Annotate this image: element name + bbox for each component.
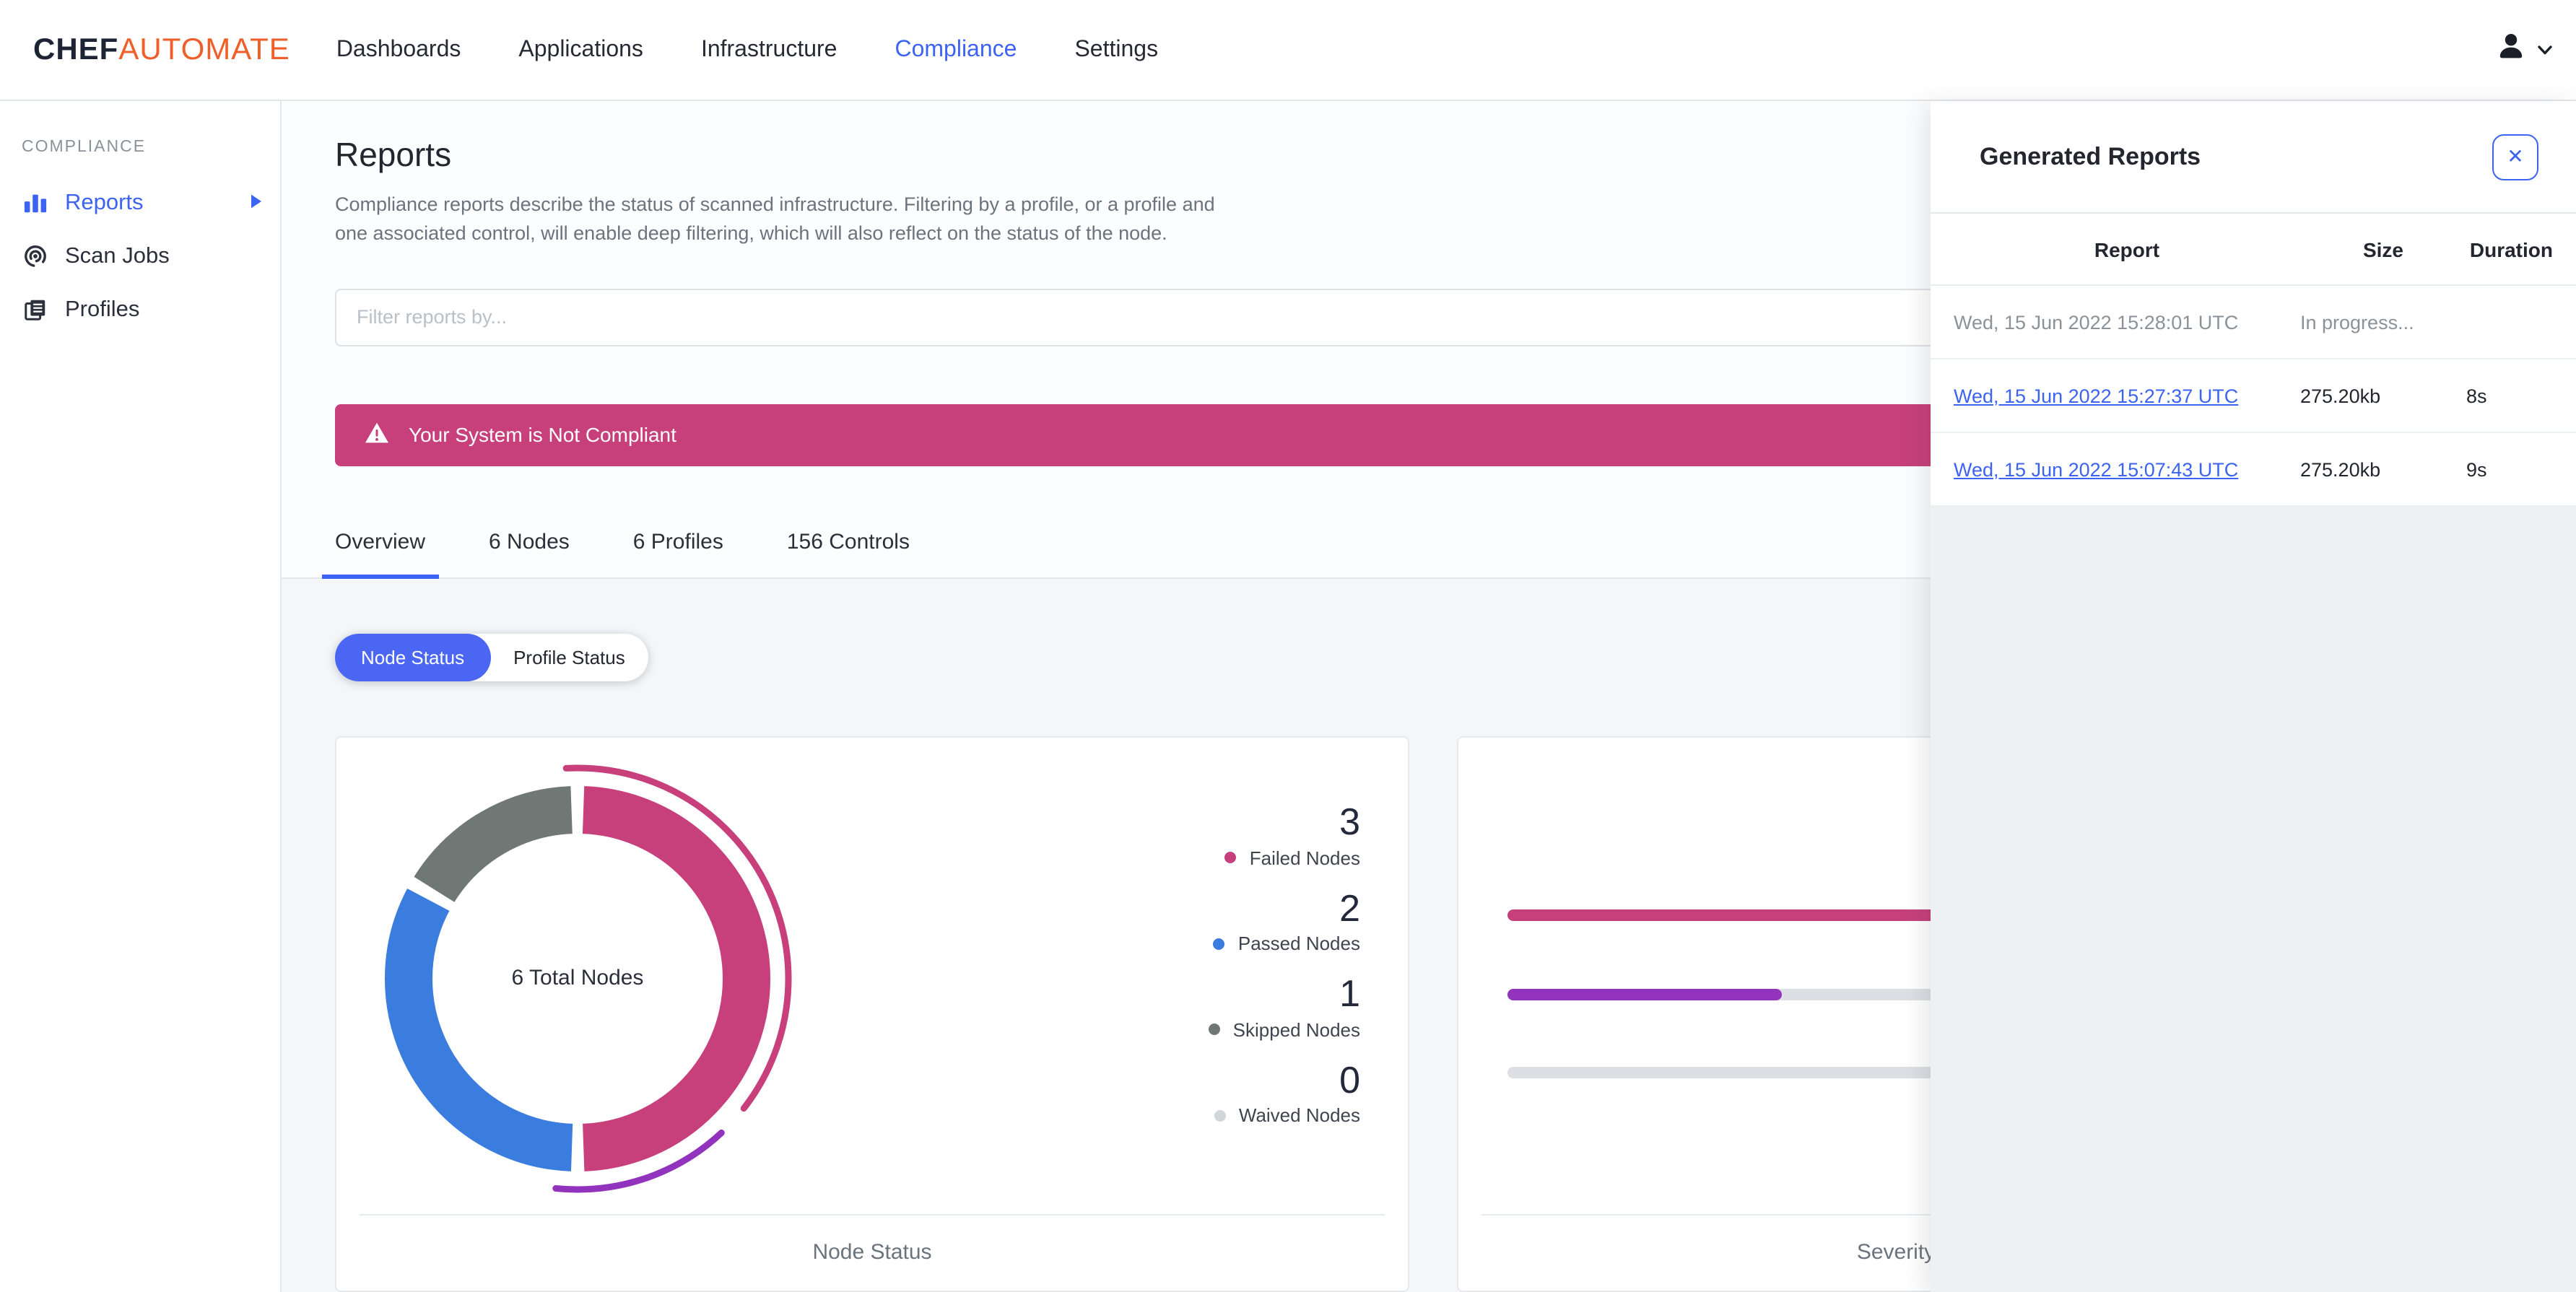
node-status-caption: Node Status — [360, 1213, 1385, 1291]
report-size: 275.20kb — [2300, 458, 2381, 480]
failed-count: 3 — [1339, 799, 1360, 843]
waived-count: 0 — [1339, 1057, 1360, 1101]
tab-profiles[interactable]: 6 Profiles — [620, 510, 736, 579]
skipped-label: Skipped Nodes — [1232, 1018, 1360, 1041]
toggle-profile-status[interactable]: Profile Status — [490, 634, 648, 681]
report-size: In progress... — [2300, 311, 2414, 333]
passed-count: 2 — [1339, 886, 1360, 930]
sidebar-item-label: Scan Jobs — [65, 243, 170, 268]
app-window: CHEF AUTOMATE Dashboards Applications Inf… — [0, 0, 2576, 1292]
compliance-sidebar: COMPLIANCE Reports Scan Jobs Profiles — [0, 101, 282, 1292]
report-download-link[interactable]: Wed, 15 Jun 2022 15:27:37 UTC — [1954, 385, 2238, 406]
report-size: 275.20kb — [2300, 385, 2381, 406]
report-download-link[interactable]: Wed, 15 Jun 2022 15:07:43 UTC — [1954, 458, 2238, 480]
status-toggle: Node Status Profile Status — [335, 633, 648, 681]
warning-icon — [364, 422, 390, 449]
column-duration: Duration — [2469, 237, 2553, 261]
report-duration: 9s — [2466, 458, 2487, 480]
donut-center-label: 6 Total Nodes — [511, 966, 644, 991]
nav-dashboards[interactable]: Dashboards — [336, 37, 461, 63]
logo-chef: CHEF — [33, 32, 119, 66]
close-icon[interactable]: ✕ — [2492, 134, 2538, 180]
banner-text: Your System is Not Compliant — [409, 423, 676, 447]
chef-automate-logo[interactable]: CHEF AUTOMATE — [33, 32, 290, 67]
sidebar-item-scan-jobs[interactable]: Scan Jobs — [0, 230, 280, 283]
sidebar-item-reports[interactable]: Reports — [0, 176, 280, 230]
nav-compliance[interactable]: Compliance — [895, 37, 1017, 63]
node-status-legend: 3 Failed Nodes 2 Passed Nodes 1 Skipped … — [1208, 801, 1360, 1127]
passed-dot-icon — [1213, 938, 1225, 950]
table-header-row: Report Size Duration — [1931, 214, 2576, 286]
bar-chart-icon — [22, 191, 48, 215]
generated-reports-table: Report Size Duration Wed, 15 Jun 2022 15… — [1931, 214, 2576, 507]
nav-settings[interactable]: Settings — [1074, 37, 1158, 63]
documents-icon — [22, 297, 48, 322]
toggle-node-status[interactable]: Node Status — [335, 633, 491, 681]
column-report: Report — [2094, 237, 2160, 261]
legend-waived: 0 Waived Nodes — [1209, 1057, 1360, 1127]
scan-target-icon — [22, 244, 48, 269]
table-row: Wed, 15 Jun 2022 15:28:01 UTC In progres… — [1931, 286, 2576, 359]
passed-label: Passed Nodes — [1237, 933, 1360, 955]
report-duration: 8s — [2466, 385, 2487, 406]
tab-overview[interactable]: Overview — [322, 510, 439, 579]
nav-applications[interactable]: Applications — [518, 37, 643, 63]
tab-nodes[interactable]: 6 Nodes — [476, 510, 583, 579]
sidebar-item-profiles[interactable]: Profiles — [0, 283, 280, 336]
skipped-dot-icon — [1208, 1023, 1220, 1036]
user-icon — [2495, 30, 2527, 69]
top-navigation: CHEF AUTOMATE Dashboards Applications Inf… — [0, 0, 2576, 101]
tab-controls[interactable]: 156 Controls — [774, 510, 923, 579]
sidebar-section-label: COMPLIANCE — [22, 139, 147, 156]
skipped-count: 1 — [1339, 972, 1360, 1016]
table-row: Wed, 15 Jun 2022 15:27:37 UTC 275.20kb 8… — [1931, 359, 2576, 433]
logo-automate: AUTOMATE — [118, 32, 290, 66]
report-timestamp: Wed, 15 Jun 2022 15:28:01 UTC — [1954, 311, 2239, 333]
failed-label: Failed Nodes — [1249, 847, 1360, 869]
generated-reports-panel: Generated Reports ✕ Report Size Duration… — [1931, 101, 2576, 1292]
user-menu[interactable] — [2495, 30, 2553, 69]
page-description: Compliance reports describe the status o… — [335, 193, 1215, 244]
generated-reports-title: Generated Reports — [1980, 142, 2201, 170]
waived-label: Waived Nodes — [1238, 1104, 1360, 1127]
sidebar-item-label: Profiles — [65, 297, 140, 321]
generated-reports-header: Generated Reports ✕ — [1931, 101, 2576, 214]
node-status-card: 6 Total Nodes 3 Failed Nodes 2 Passed No… — [335, 736, 1409, 1292]
chevron-down-icon — [2537, 37, 2553, 63]
column-size: Size — [2362, 237, 2403, 261]
legend-passed: 2 Passed Nodes — [1209, 887, 1360, 954]
sidebar-item-label: Reports — [65, 190, 144, 214]
nav-infrastructure[interactable]: Infrastructure — [701, 37, 837, 63]
legend-failed: 3 Failed Nodes — [1209, 801, 1360, 868]
legend-skipped: 1 Skipped Nodes — [1208, 972, 1360, 1041]
arrow-right-icon — [250, 190, 263, 216]
main-nav: Dashboards Applications Infrastructure C… — [336, 37, 1158, 63]
table-row: Wed, 15 Jun 2022 15:07:43 UTC 275.20kb 9… — [1931, 433, 2576, 507]
severity-bar-major — [1507, 988, 1782, 1000]
failed-dot-icon — [1224, 852, 1237, 864]
waived-dot-icon — [1214, 1109, 1226, 1122]
